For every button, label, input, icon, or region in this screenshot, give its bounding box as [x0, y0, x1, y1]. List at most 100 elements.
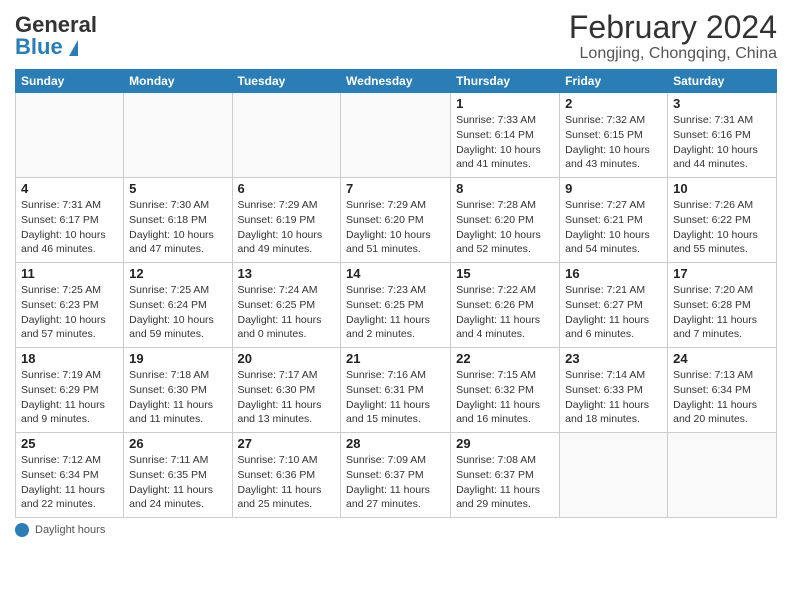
col-header-sunday: Sunday	[16, 70, 124, 93]
day-number: 3	[673, 96, 771, 111]
day-cell	[668, 433, 777, 518]
day-info: Sunrise: 7:14 AM Sunset: 6:33 PM Dayligh…	[565, 368, 662, 427]
day-cell	[232, 93, 341, 178]
header: General Blue February 2024 Longjing, Cho…	[15, 10, 777, 63]
day-number: 13	[238, 266, 336, 281]
day-cell: 17Sunrise: 7:20 AM Sunset: 6:28 PM Dayli…	[668, 263, 777, 348]
daylight-icon	[15, 523, 29, 537]
week-row-2: 4Sunrise: 7:31 AM Sunset: 6:17 PM Daylig…	[16, 178, 777, 263]
day-info: Sunrise: 7:32 AM Sunset: 6:15 PM Dayligh…	[565, 113, 662, 172]
day-cell: 12Sunrise: 7:25 AM Sunset: 6:24 PM Dayli…	[124, 263, 232, 348]
day-info: Sunrise: 7:33 AM Sunset: 6:14 PM Dayligh…	[456, 113, 554, 172]
day-info: Sunrise: 7:16 AM Sunset: 6:31 PM Dayligh…	[346, 368, 445, 427]
day-info: Sunrise: 7:11 AM Sunset: 6:35 PM Dayligh…	[129, 453, 226, 512]
col-header-monday: Monday	[124, 70, 232, 93]
day-cell: 23 Sunrise: 7:14 AM Sunset: 6:33 PM Dayli…	[560, 348, 668, 433]
day-number: 17	[673, 266, 771, 281]
day-cell: 15 Sunrise: 7:22 AM Sunset: 6:26 PM Dayli…	[451, 263, 560, 348]
day-cell: 18 Sunrise: 7:19 AM Sunset: 6:29 PM Dayli…	[16, 348, 124, 433]
day-cell	[560, 433, 668, 518]
day-number: 4	[21, 181, 118, 196]
location-title: Longjing, Chongqing, China	[569, 45, 777, 63]
day-cell: 1 Sunrise: 7:33 AM Sunset: 6:14 PM Daylig…	[451, 93, 560, 178]
month-title: February 2024	[569, 10, 777, 45]
col-header-saturday: Saturday	[668, 70, 777, 93]
logo-icon	[69, 40, 78, 56]
day-cell: 16Sunrise: 7:21 AM Sunset: 6:27 PM Dayli…	[560, 263, 668, 348]
day-cell	[124, 93, 232, 178]
col-header-wednesday: Wednesday	[341, 70, 451, 93]
day-cell: 3Sunrise: 7:31 AM Sunset: 6:16 PM Daylig…	[668, 93, 777, 178]
day-cell: 8Sunrise: 7:28 AM Sunset: 6:20 PM Daylig…	[451, 178, 560, 263]
day-cell: 26 Sunrise: 7:11 AM Sunset: 6:35 PM Dayli…	[124, 433, 232, 518]
day-cell: 6 Sunrise: 7:29 AM Sunset: 6:19 PM Daylig…	[232, 178, 341, 263]
day-cell: 22 Sunrise: 7:15 AM Sunset: 6:32 PM Dayli…	[451, 348, 560, 433]
day-info: Sunrise: 7:27 AM Sunset: 6:21 PM Dayligh…	[565, 198, 662, 257]
day-info: Sunrise: 7:28 AM Sunset: 6:20 PM Dayligh…	[456, 198, 554, 257]
day-number: 1	[456, 96, 554, 111]
day-info: Sunrise: 7:23 AM Sunset: 6:25 PM Dayligh…	[346, 283, 445, 342]
day-cell: 20Sunrise: 7:17 AM Sunset: 6:30 PM Dayli…	[232, 348, 341, 433]
day-info: Sunrise: 7:08 AM Sunset: 6:37 PM Dayligh…	[456, 453, 554, 512]
week-row-4: 18 Sunrise: 7:19 AM Sunset: 6:29 PM Dayli…	[16, 348, 777, 433]
day-cell: 7 Sunrise: 7:29 AM Sunset: 6:20 PM Daylig…	[341, 178, 451, 263]
day-cell: 13 Sunrise: 7:24 AM Sunset: 6:25 PM Dayli…	[232, 263, 341, 348]
daylight-label: Daylight hours	[35, 524, 105, 536]
day-number: 27	[238, 436, 336, 451]
day-info: Sunrise: 7:13 AM Sunset: 6:34 PM Dayligh…	[673, 368, 771, 427]
day-cell: 14 Sunrise: 7:23 AM Sunset: 6:25 PM Dayli…	[341, 263, 451, 348]
day-number: 23	[565, 351, 662, 366]
day-number: 21	[346, 351, 445, 366]
day-number: 26	[129, 436, 226, 451]
day-number: 14	[346, 266, 445, 281]
day-info: Sunrise: 7:25 AM Sunset: 6:23 PM Dayligh…	[21, 283, 118, 342]
day-cell: 9 Sunrise: 7:27 AM Sunset: 6:21 PM Daylig…	[560, 178, 668, 263]
logo: General Blue	[15, 14, 97, 58]
day-number: 7	[346, 181, 445, 196]
day-info: Sunrise: 7:21 AM Sunset: 6:27 PM Dayligh…	[565, 283, 662, 342]
day-number: 25	[21, 436, 118, 451]
day-info: Sunrise: 7:29 AM Sunset: 6:19 PM Dayligh…	[238, 198, 336, 257]
day-number: 9	[565, 181, 662, 196]
day-number: 10	[673, 181, 771, 196]
day-info: Sunrise: 7:26 AM Sunset: 6:22 PM Dayligh…	[673, 198, 771, 257]
day-cell	[16, 93, 124, 178]
calendar-header-row: SundayMondayTuesdayWednesdayThursdayFrid…	[16, 70, 777, 93]
day-cell: 11 Sunrise: 7:25 AM Sunset: 6:23 PM Dayli…	[16, 263, 124, 348]
day-number: 11	[21, 266, 118, 281]
day-info: Sunrise: 7:24 AM Sunset: 6:25 PM Dayligh…	[238, 283, 336, 342]
day-number: 5	[129, 181, 226, 196]
day-info: Sunrise: 7:10 AM Sunset: 6:36 PM Dayligh…	[238, 453, 336, 512]
day-info: Sunrise: 7:12 AM Sunset: 6:34 PM Dayligh…	[21, 453, 118, 512]
col-header-friday: Friday	[560, 70, 668, 93]
day-info: Sunrise: 7:25 AM Sunset: 6:24 PM Dayligh…	[129, 283, 226, 342]
day-number: 28	[346, 436, 445, 451]
day-info: Sunrise: 7:15 AM Sunset: 6:32 PM Dayligh…	[456, 368, 554, 427]
day-cell: 5 Sunrise: 7:30 AM Sunset: 6:18 PM Daylig…	[124, 178, 232, 263]
day-number: 22	[456, 351, 554, 366]
day-number: 24	[673, 351, 771, 366]
day-info: Sunrise: 7:30 AM Sunset: 6:18 PM Dayligh…	[129, 198, 226, 257]
footer-note: Daylight hours	[15, 523, 777, 537]
day-info: Sunrise: 7:19 AM Sunset: 6:29 PM Dayligh…	[21, 368, 118, 427]
day-cell: 19Sunrise: 7:18 AM Sunset: 6:30 PM Dayli…	[124, 348, 232, 433]
day-cell: 28Sunrise: 7:09 AM Sunset: 6:37 PM Dayli…	[341, 433, 451, 518]
title-area: February 2024 Longjing, Chongqing, China	[569, 10, 777, 63]
day-number: 6	[238, 181, 336, 196]
day-number: 29	[456, 436, 554, 451]
day-number: 15	[456, 266, 554, 281]
day-cell: 4Sunrise: 7:31 AM Sunset: 6:17 PM Daylig…	[16, 178, 124, 263]
day-info: Sunrise: 7:29 AM Sunset: 6:20 PM Dayligh…	[346, 198, 445, 257]
day-cell: 24 Sunrise: 7:13 AM Sunset: 6:34 PM Dayli…	[668, 348, 777, 433]
day-info: Sunrise: 7:22 AM Sunset: 6:26 PM Dayligh…	[456, 283, 554, 342]
day-info: Sunrise: 7:17 AM Sunset: 6:30 PM Dayligh…	[238, 368, 336, 427]
day-number: 2	[565, 96, 662, 111]
day-cell: 10 Sunrise: 7:26 AM Sunset: 6:22 PM Dayli…	[668, 178, 777, 263]
calendar-table: SundayMondayTuesdayWednesdayThursdayFrid…	[15, 69, 777, 518]
day-cell: 25 Sunrise: 7:12 AM Sunset: 6:34 PM Dayli…	[16, 433, 124, 518]
col-header-tuesday: Tuesday	[232, 70, 341, 93]
day-cell: 29 Sunrise: 7:08 AM Sunset: 6:37 PM Dayli…	[451, 433, 560, 518]
day-number: 18	[21, 351, 118, 366]
week-row-1: 1 Sunrise: 7:33 AM Sunset: 6:14 PM Daylig…	[16, 93, 777, 178]
day-cell: 21 Sunrise: 7:16 AM Sunset: 6:31 PM Dayli…	[341, 348, 451, 433]
